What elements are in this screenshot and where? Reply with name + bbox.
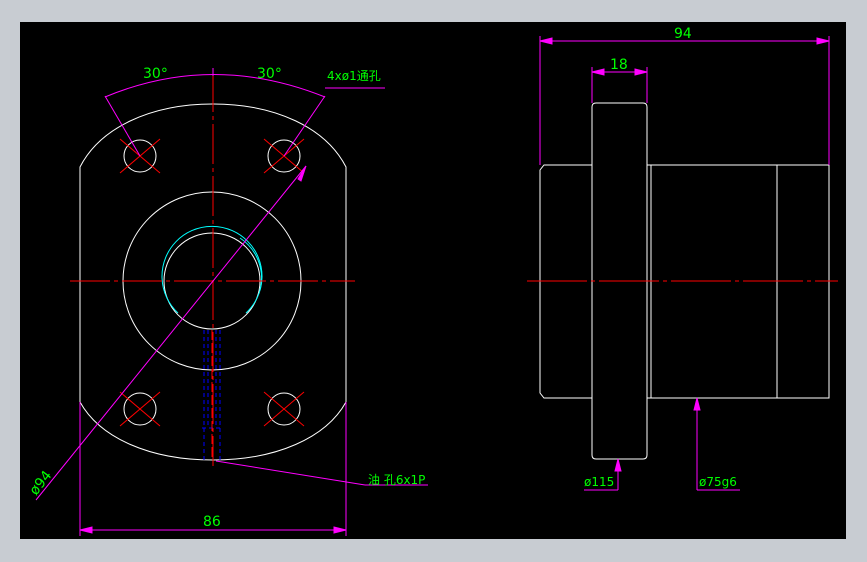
body-diameter-label: ø75g6	[699, 475, 737, 489]
cad-drawing: 30° 30° 4xø1通孔 ø94 86 油 孔6x1P 94 18 ø115…	[20, 22, 846, 539]
flange-thickness-label: 18	[610, 57, 628, 73]
hole-note: 4xø1通孔	[327, 69, 381, 83]
flange-diameter-label: ø115	[584, 475, 614, 489]
length-label: 94	[674, 26, 692, 42]
angle-label-left: 30°	[143, 66, 168, 82]
oil-hole-note: 油 孔6x1P	[368, 473, 425, 487]
width-label: 86	[203, 514, 221, 530]
drawing-frame: 30° 30° 4xø1通孔 ø94 86 油 孔6x1P 94 18 ø115…	[0, 0, 867, 562]
angle-label-right: 30°	[257, 66, 282, 82]
